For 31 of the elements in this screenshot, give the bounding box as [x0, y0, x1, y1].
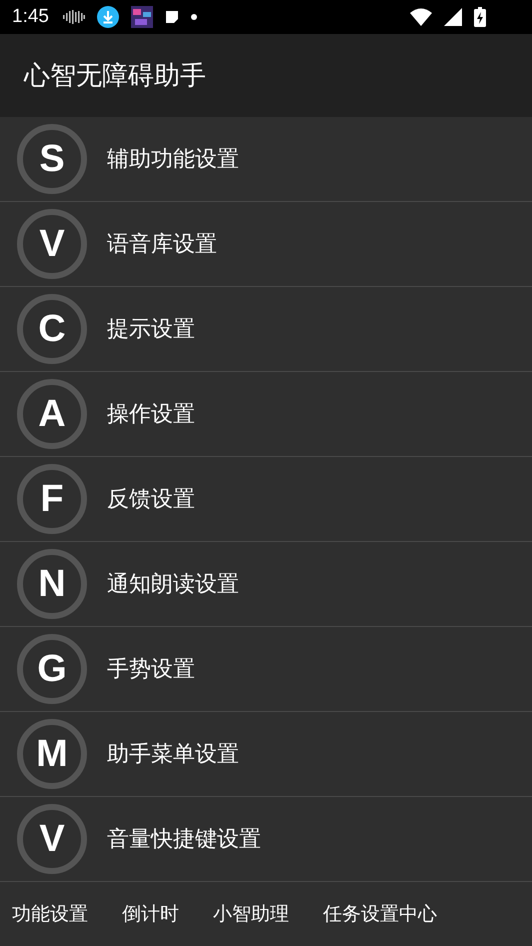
settings-item[interactable]: S 辅助功能设置 — [0, 117, 532, 202]
sound-wave-icon — [62, 10, 85, 24]
letter-icon: F — [17, 464, 87, 534]
dot-icon — [190, 14, 197, 20]
settings-item[interactable]: C 提示设置 — [0, 287, 532, 372]
download-icon — [96, 6, 119, 28]
app-icon — [130, 6, 153, 28]
letter-icon: N — [17, 549, 87, 619]
settings-item[interactable]: G 手势设置 — [0, 627, 532, 712]
note-icon — [164, 10, 179, 24]
settings-item[interactable]: M 助手菜单设置 — [0, 712, 532, 797]
tab[interactable]: 小智助理 — [213, 901, 289, 927]
tab[interactable]: 倒计时 — [122, 901, 179, 927]
settings-item[interactable]: A 操作设置 — [0, 372, 532, 457]
letter-icon: G — [17, 634, 87, 704]
letter-icon: V — [17, 804, 87, 874]
signal-icon — [444, 8, 462, 26]
app-title: 心智无障碍助手 — [24, 60, 206, 93]
settings-item[interactable]: F 反馈设置 — [0, 457, 532, 542]
tab[interactable]: 任务设置中心 — [323, 901, 437, 927]
wifi-icon — [410, 8, 432, 26]
letter-icon: A — [17, 379, 87, 449]
status-time: 1:45 — [12, 6, 49, 28]
letter-icon: S — [17, 124, 87, 194]
letter-icon: V — [17, 209, 87, 279]
tab[interactable]: 功能设置 — [12, 901, 88, 927]
settings-item[interactable]: V 语音库设置 — [0, 202, 532, 287]
letter-icon: M — [17, 719, 87, 789]
battery-icon — [474, 7, 486, 27]
letter-icon: C — [17, 294, 87, 364]
settings-item[interactable]: N 通知朗读设置 — [0, 542, 532, 627]
